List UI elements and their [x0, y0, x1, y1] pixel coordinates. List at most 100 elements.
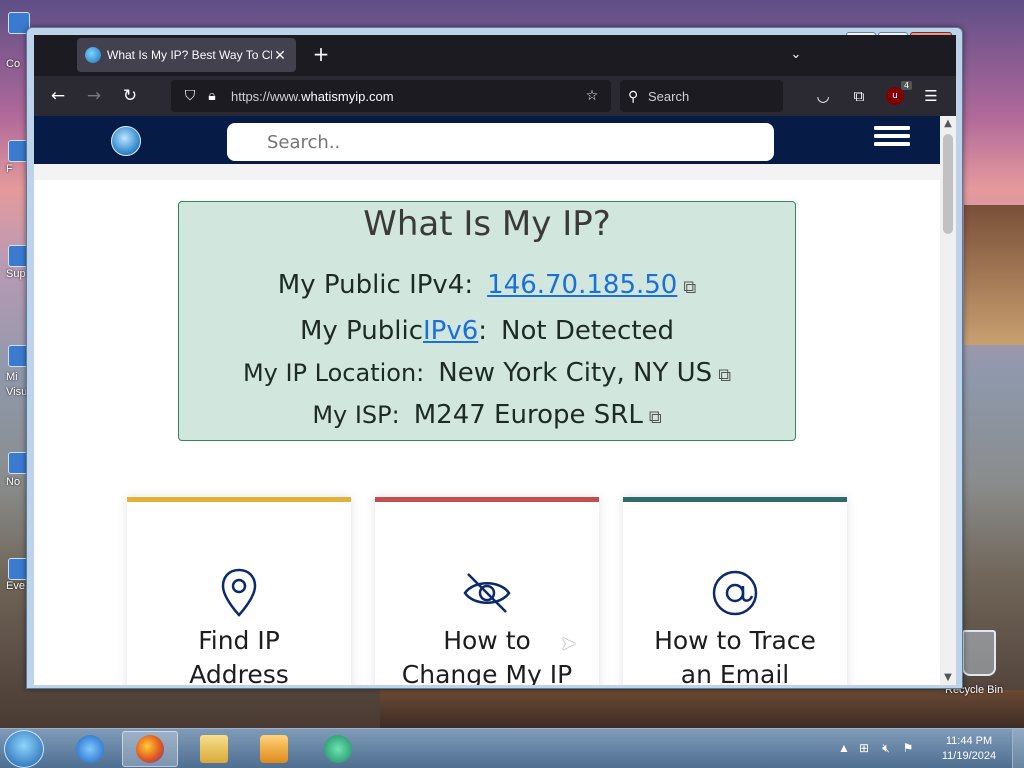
shield-icon[interactable]: ⛉	[179, 88, 201, 104]
taskbar: ▲ ⊞ 🔇︎ ⚑ 11:44 PM 11/19/2024	[0, 728, 1024, 768]
navigation-toolbar: ← → ↻ ⛉ 🔒︎ https://www.whatismyip.com ☆ …	[34, 76, 956, 116]
card-label-line: How to Trace	[654, 626, 816, 655]
ip-info-box: What Is My IP? My Public IPv4: 146.70.18…	[178, 201, 796, 441]
taskbar-explorer[interactable]	[186, 731, 242, 767]
copy-icon[interactable]: ⧉	[649, 407, 662, 428]
pocket-icon[interactable]: ◡	[809, 82, 837, 110]
card-find-ip-address[interactable]: Find IP Address	[127, 497, 351, 685]
copy-icon[interactable]: ⧉	[683, 277, 696, 298]
firefox-frame: What Is My IP? Best Way To Ch ✕ + ⌄ ← → …	[34, 35, 956, 685]
ipv6-label-suffix: :	[478, 316, 488, 346]
copy-icon[interactable]: ⧉	[718, 365, 731, 386]
ipv6-value: Not Detected	[501, 316, 675, 346]
card-label-line: Change My IP	[401, 660, 573, 685]
clock-date: 11/19/2024	[941, 750, 997, 762]
page-scrollbar[interactable]: ▲ ▼	[940, 116, 956, 685]
taskbar-media-player[interactable]	[246, 731, 302, 767]
card-label-line: How to	[443, 626, 531, 655]
isp-row: My ISP: M247 Europe SRL ⧉	[179, 400, 795, 430]
browser-window: ▁ ▢ ✕ What Is My IP? Best Way To Ch ✕ + …	[26, 27, 963, 689]
show-desktop-button[interactable]	[1012, 729, 1024, 768]
search-bar[interactable]: ⚲ Search	[620, 80, 783, 112]
desktop-wallpaper-building	[964, 205, 1024, 345]
taskbar-internet-explorer[interactable]	[62, 731, 118, 767]
desktop-icon-label: F	[6, 163, 13, 175]
isp-value: M247 Europe SRL	[413, 400, 643, 430]
hamburger-menu-icon[interactable]	[874, 122, 910, 158]
ipv4-value-link[interactable]: 146.70.185.50	[487, 270, 677, 300]
ipv6-link[interactable]: IPv6	[423, 316, 478, 346]
volume-muted-icon[interactable]: 🔇︎	[878, 741, 894, 757]
scroll-up-arrow-icon[interactable]: ▲	[942, 118, 954, 129]
firefox-icon	[136, 735, 164, 763]
bookmark-star-icon[interactable]: ☆	[581, 88, 603, 104]
back-button[interactable]: ←	[44, 82, 72, 110]
desktop-icon-label: Sup	[6, 268, 26, 280]
tab-title: What Is My IP? Best Way To Ch	[107, 48, 272, 62]
clock-time: 11:44 PM	[945, 735, 993, 747]
scroll-down-arrow-icon[interactable]: ▼	[942, 672, 954, 683]
recycle-bin-icon[interactable]	[962, 630, 996, 676]
desktop-icon-label: Visu	[6, 386, 28, 398]
taskbar-app[interactable]	[310, 731, 366, 767]
search-bar-placeholder: Search	[648, 88, 690, 104]
system-tray: ▲ ⊞ 🔇︎ ⚑ 11:44 PM 11/19/2024	[834, 729, 1024, 768]
show-hidden-icons-icon[interactable]: ▲	[836, 741, 852, 757]
internet-explorer-icon	[76, 735, 104, 763]
desktop-icon-label: Mi	[6, 371, 18, 383]
desktop-icon-label: Eve	[6, 580, 25, 592]
desktop-wallpaper-boat	[380, 690, 1024, 728]
card-trace-email[interactable]: How to Trace an Email	[623, 497, 847, 685]
app-icon	[324, 735, 352, 763]
header-divider	[34, 164, 940, 180]
mouse-cursor-icon: ➤	[560, 631, 577, 655]
url-domain: whatismyip.com	[301, 88, 394, 104]
scrollbar-thumb[interactable]	[943, 134, 953, 234]
tab-active[interactable]: What Is My IP? Best Way To Ch ✕	[77, 38, 296, 72]
card-label-line: an Email	[680, 660, 790, 685]
forward-button[interactable]: →	[80, 82, 108, 110]
url-text[interactable]: https://www.whatismyip.com	[231, 89, 581, 104]
web-page: What Is My IP? My Public IPv4: 146.70.18…	[34, 116, 940, 685]
search-icon: ⚲	[628, 87, 639, 104]
location-value: New York City, NY US	[438, 358, 713, 388]
site-logo-icon[interactable]	[111, 126, 141, 156]
list-all-tabs-button[interactable]: ⌄	[784, 43, 808, 67]
taskbar-firefox[interactable]	[122, 731, 178, 767]
desktop-icon-label: No	[6, 476, 21, 488]
card-label-line: Find IP	[198, 626, 280, 655]
location-pin-icon	[127, 568, 351, 618]
reload-button[interactable]: ↻	[116, 82, 144, 110]
card-label: How to Trace an Email	[623, 624, 847, 685]
card-change-my-ip[interactable]: How to Change My IP	[375, 497, 599, 685]
ipv4-row: My Public IPv4: 146.70.185.50 ⧉	[179, 270, 795, 300]
card-label-line: Address	[189, 660, 289, 685]
close-tab-icon[interactable]: ✕	[272, 47, 288, 64]
ipv6-row: My Public IPv6 : Not Detected	[179, 316, 795, 346]
isp-label: My ISP:	[312, 401, 400, 429]
new-tab-button[interactable]: +	[309, 43, 333, 67]
tab-strip: What Is My IP? Best Way To Ch ✕ + ⌄	[34, 35, 956, 76]
ipv6-label-prefix: My Public	[299, 316, 423, 346]
lock-icon[interactable]: 🔒︎	[201, 88, 223, 104]
desktop-icon-label: Co	[6, 58, 21, 70]
url-bar[interactable]: ⛉ 🔒︎ https://www.whatismyip.com ☆	[171, 80, 611, 112]
extensions-icon[interactable]: ⧉	[845, 82, 873, 110]
ipv4-label: My Public IPv4:	[277, 270, 474, 300]
url-prefix: https://www.	[231, 88, 302, 104]
site-favicon-icon	[85, 47, 101, 63]
media-player-icon	[260, 735, 288, 763]
ip-box-title: What Is My IP?	[363, 204, 611, 244]
folder-icon	[200, 735, 228, 763]
site-header	[34, 116, 940, 164]
site-search-input[interactable]	[227, 123, 774, 161]
location-row: My IP Location: New York City, NY US ⧉	[179, 358, 795, 388]
location-label: My IP Location:	[242, 359, 425, 387]
clock[interactable]: 11:44 PM 11/19/2024	[934, 734, 1004, 764]
network-icon[interactable]: ⊞	[856, 741, 872, 757]
card-label: Find IP Address	[127, 624, 351, 685]
start-button[interactable]	[4, 730, 44, 768]
menu-icon[interactable]: ☰	[917, 82, 945, 110]
at-sign-icon	[623, 568, 847, 618]
action-center-flag-icon[interactable]: ⚑	[900, 741, 916, 757]
